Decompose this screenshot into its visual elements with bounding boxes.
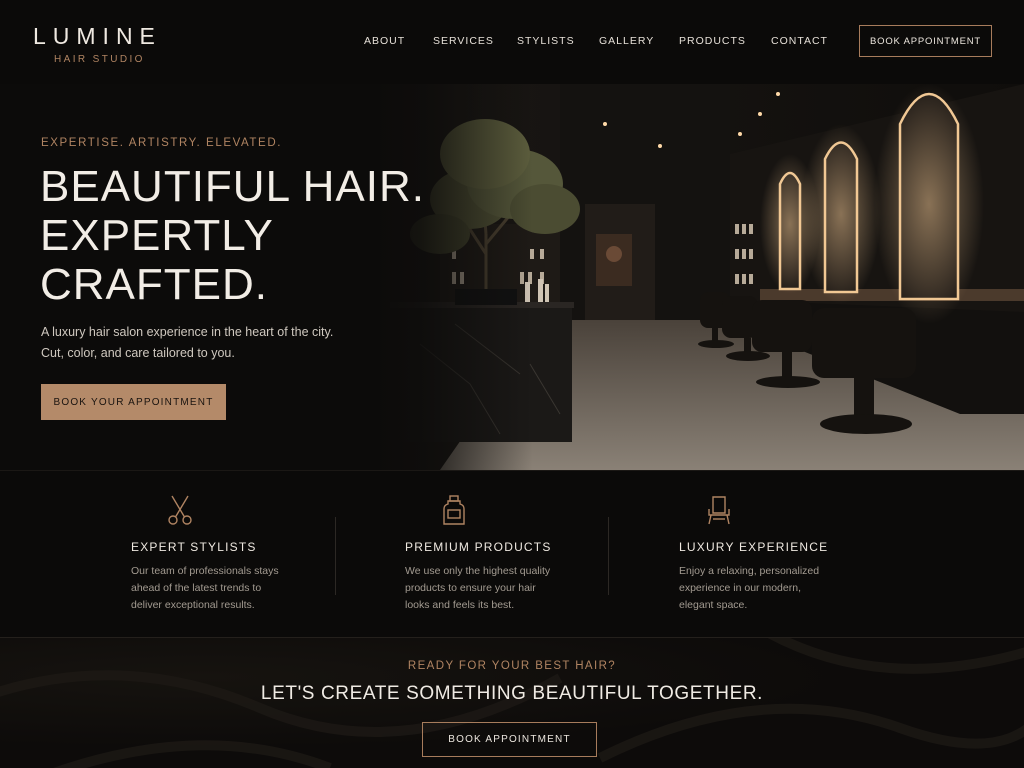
feature-title: EXPERT STYLISTS bbox=[131, 540, 257, 554]
cta-title: LET'S CREATE SOMETHING BEAUTIFUL TOGETHE… bbox=[260, 683, 764, 704]
hero-subtext: A luxury hair salon experience in the he… bbox=[41, 322, 371, 364]
hero-headline-line: EXPERTLY bbox=[40, 211, 274, 260]
hero-eyebrow: EXPERTISE. ARTISTRY. ELEVATED. bbox=[41, 137, 283, 149]
brand-tagline: HAIR STUDIO bbox=[54, 54, 145, 65]
hero-subtext-line: A luxury hair salon experience in the he… bbox=[41, 325, 334, 339]
nav-about[interactable]: ABOUT bbox=[364, 35, 433, 47]
nav-gallery[interactable]: GALLERY bbox=[599, 35, 679, 47]
nav-stylists[interactable]: STYLISTS bbox=[517, 35, 599, 47]
hero-headline-line: BEAUTIFUL HAIR. bbox=[40, 162, 425, 211]
feature-description: Our team of professionals stays ahead of… bbox=[131, 565, 279, 611]
product-bottle-icon bbox=[443, 495, 465, 525]
scissors-icon bbox=[168, 495, 192, 525]
hero-subtext-line: Cut, color, and care tailored to you. bbox=[41, 346, 235, 360]
cta-book-appointment-button[interactable]: BOOK APPOINTMENT bbox=[422, 722, 597, 757]
hero-headline-line: CRAFTED. bbox=[40, 260, 268, 309]
book-your-appointment-button[interactable]: BOOK YOUR APPOINTMENT bbox=[41, 384, 226, 420]
nav-products[interactable]: PRODUCTS bbox=[679, 35, 771, 47]
main-nav: ABOUT SERVICES STYLISTS GALLERY PRODUCTS… bbox=[364, 35, 831, 47]
salon-chair-icon bbox=[708, 496, 730, 525]
features-section: EXPERT STYLISTS Our team of professional… bbox=[0, 470, 1024, 637]
feature-divider bbox=[335, 517, 336, 595]
feature-title: LUXURY EXPERIENCE bbox=[679, 540, 829, 554]
nav-contact[interactable]: CONTACT bbox=[771, 35, 831, 47]
brand-logo[interactable]: LUMINE HAIR STUDIO bbox=[33, 24, 162, 65]
feature-description: Enjoy a relaxing, personalized experienc… bbox=[679, 565, 820, 611]
cta-section: READY FOR YOUR BEST HAIR? LET'S CREATE S… bbox=[0, 637, 1024, 768]
nav-services[interactable]: SERVICES bbox=[433, 35, 517, 47]
header-book-appointment-button[interactable]: BOOK APPOINTMENT bbox=[859, 25, 992, 57]
hero-headline: BEAUTIFUL HAIR. EXPERTLY CRAFTED. bbox=[40, 162, 460, 309]
cta-eyebrow: READY FOR YOUR BEST HAIR? bbox=[407, 660, 617, 672]
feature-description: We use only the highest quality products… bbox=[405, 565, 551, 611]
brand-name: LUMINE bbox=[33, 23, 162, 49]
feature-divider bbox=[608, 517, 609, 595]
hero-section: EXPERTISE. ARTISTRY. ELEVATED. BEAUTIFUL… bbox=[0, 84, 1024, 470]
feature-title: PREMIUM PRODUCTS bbox=[405, 540, 552, 554]
site-header: LUMINE HAIR STUDIO ABOUT SERVICES STYLIS… bbox=[0, 0, 1024, 84]
